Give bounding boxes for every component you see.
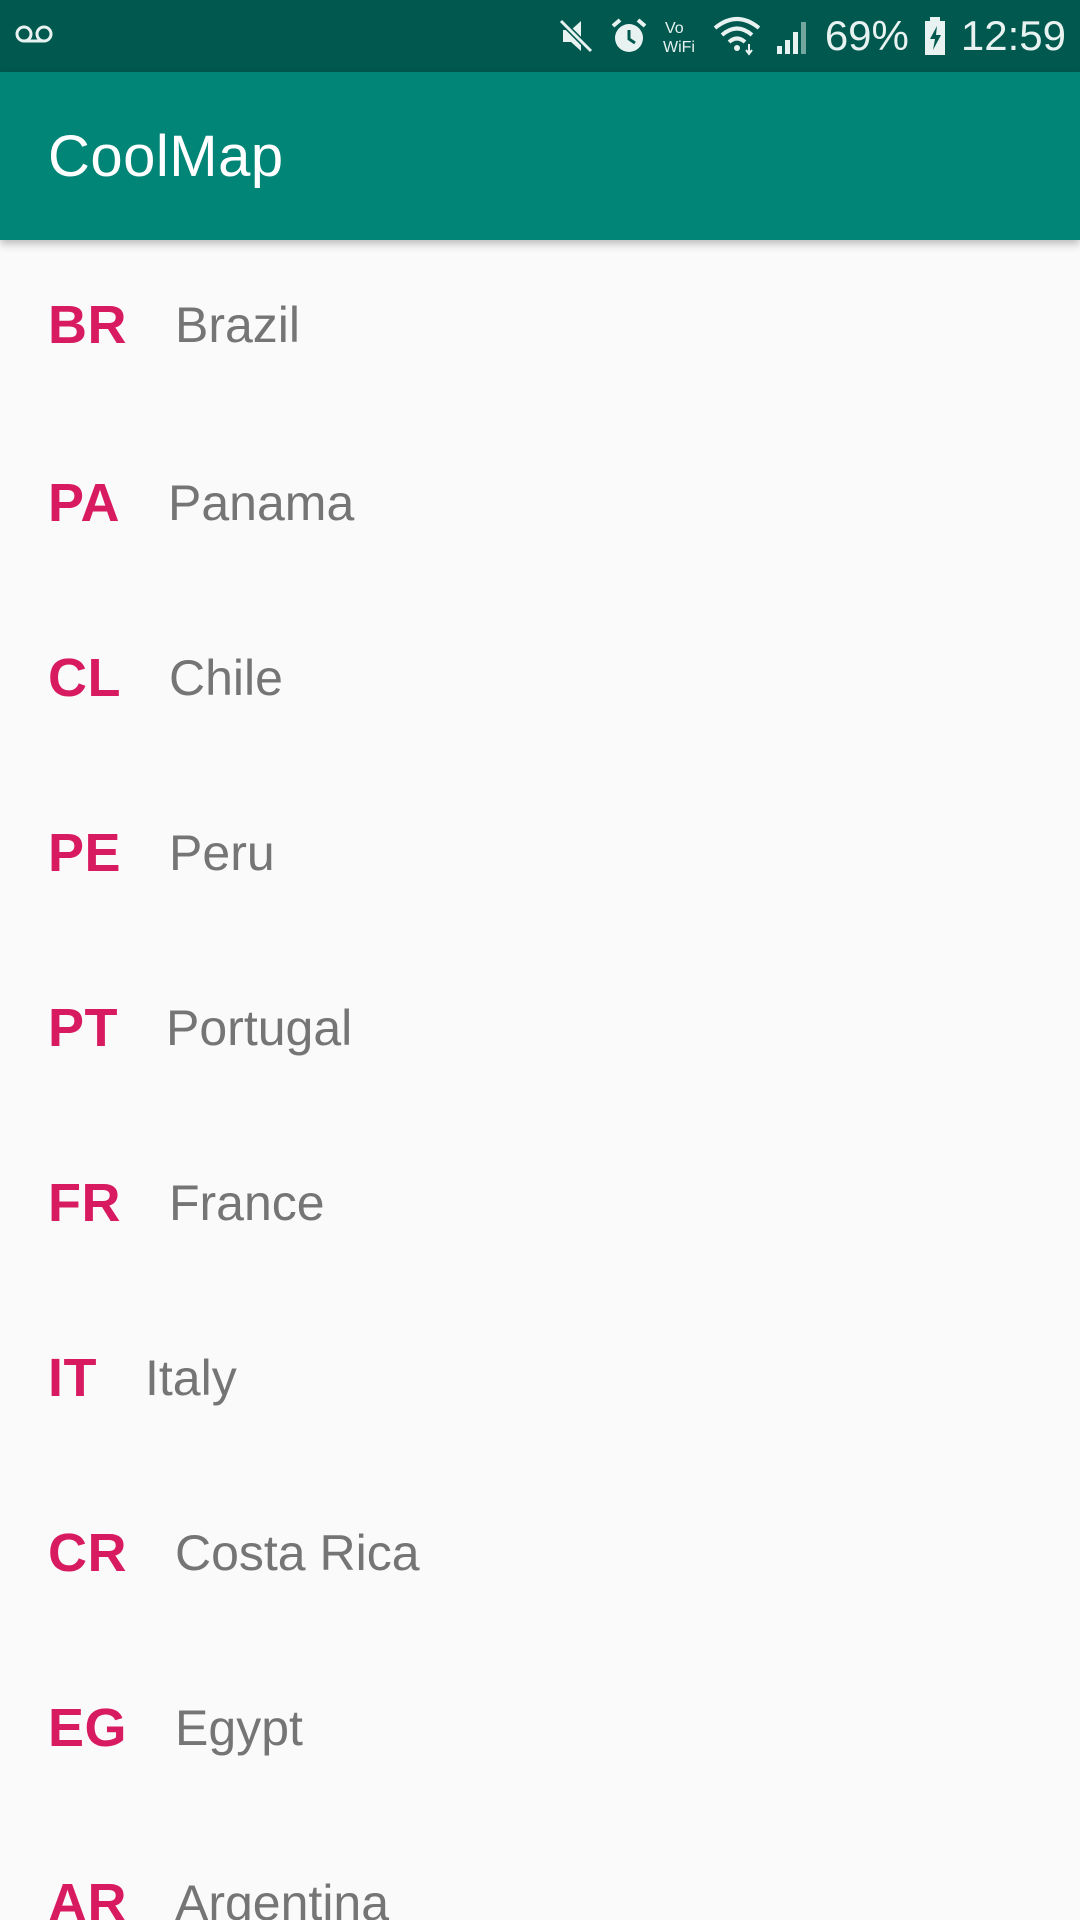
country-code: PE <box>48 822 122 883</box>
country-name: Panama <box>168 474 355 531</box>
list-item[interactable]: FR France <box>0 1115 1080 1290</box>
vowifi-icon: Vo WiFi <box>663 16 699 56</box>
alarm-icon <box>609 16 649 56</box>
status-bar: Vo WiFi 69% 12:59 <box>0 0 1080 72</box>
country-name: Chile <box>168 649 283 706</box>
country-code: PT <box>48 997 119 1058</box>
country-name: Portugal <box>166 999 353 1056</box>
country-name: Peru <box>169 824 275 881</box>
country-name: Costa Rica <box>175 1524 420 1581</box>
country-code: PA <box>48 472 121 533</box>
app-bar: CoolMap <box>0 72 1080 240</box>
battery-percentage: 69% <box>824 12 909 59</box>
list-item[interactable]: PA Panama <box>0 415 1080 590</box>
svg-text:WiFi: WiFi <box>663 39 695 56</box>
country-code: CL <box>48 647 121 708</box>
list-item[interactable]: CR Costa Rica <box>0 1465 1080 1640</box>
list-item[interactable]: BR Brazil <box>0 240 1080 415</box>
country-list[interactable]: BR Brazil PA Panama CL Chile PE Peru PT … <box>0 240 1080 1920</box>
voicemail-icon <box>14 22 54 51</box>
svg-text:Vo: Vo <box>665 20 684 37</box>
country-code: FR <box>48 1172 121 1233</box>
app-title: CoolMap <box>48 123 284 189</box>
list-item[interactable]: AR Argentina <box>0 1815 1080 1920</box>
wifi-icon <box>713 16 761 56</box>
clock: 12:59 <box>960 12 1066 59</box>
battery-charging-icon <box>923 16 947 56</box>
country-name: Argentina <box>175 1874 390 1920</box>
country-name: Brazil <box>175 297 301 353</box>
country-code: AR <box>48 1872 127 1920</box>
country-code: IT <box>48 1347 97 1408</box>
mute-icon <box>557 17 595 55</box>
list-item[interactable]: CL Chile <box>0 590 1080 765</box>
country-code: BR <box>48 295 127 355</box>
list-item[interactable]: PE Peru <box>0 765 1080 940</box>
list-item[interactable]: PT Portugal <box>0 940 1080 1115</box>
country-name: Italy <box>145 1349 237 1406</box>
list-item[interactable]: EG Egypt <box>0 1640 1080 1815</box>
country-code: EG <box>48 1697 128 1758</box>
list-item[interactable]: IT Italy <box>0 1290 1080 1465</box>
country-name: France <box>168 1174 325 1231</box>
signal-icon <box>775 16 811 56</box>
country-name: Egypt <box>175 1699 303 1756</box>
country-code: CR <box>48 1522 127 1583</box>
